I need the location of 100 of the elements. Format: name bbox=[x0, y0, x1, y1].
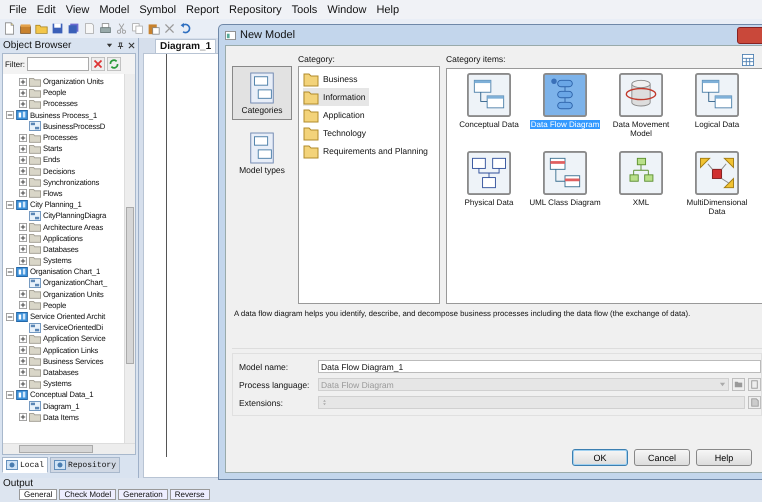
menu-item[interactable]: Symbol bbox=[134, 4, 182, 16]
expand-icon[interactable] bbox=[19, 189, 27, 198]
category-item[interactable]: Business bbox=[303, 70, 360, 88]
filter-field[interactable] bbox=[27, 57, 89, 71]
menu-item[interactable]: Model bbox=[94, 4, 134, 16]
pin-icon[interactable] bbox=[117, 42, 124, 49]
menu-item[interactable]: View bbox=[60, 4, 94, 16]
expand-icon[interactable] bbox=[19, 156, 27, 164]
expand-icon[interactable] bbox=[19, 413, 27, 422]
expand-icon[interactable] bbox=[19, 78, 27, 86]
expand-icon[interactable] bbox=[19, 234, 27, 242]
output-tab[interactable]: Reverse bbox=[170, 489, 210, 500]
paste-icon[interactable] bbox=[147, 22, 160, 35]
folder-icon bbox=[29, 132, 41, 143]
folder-icon bbox=[29, 289, 41, 300]
panel-tab[interactable]: Repository bbox=[50, 457, 120, 473]
menu-item[interactable]: Edit bbox=[32, 4, 61, 16]
collapse-icon[interactable] bbox=[6, 111, 14, 120]
expand-icon[interactable] bbox=[19, 368, 27, 376]
expand-icon[interactable] bbox=[19, 167, 27, 176]
model-type-item[interactable]: Data Movement Model bbox=[603, 73, 679, 151]
sidebar-button[interactable]: Categories bbox=[232, 66, 292, 120]
text-field[interactable]: Data Flow Diagram_1 bbox=[318, 360, 761, 373]
model-type-item[interactable]: MultiDimensional Data bbox=[679, 151, 755, 229]
collapse-icon[interactable] bbox=[6, 268, 14, 276]
expand-icon[interactable] bbox=[19, 290, 27, 298]
category-item[interactable]: Technology bbox=[303, 124, 370, 142]
model-type-item[interactable]: Conceptual Data bbox=[451, 73, 527, 151]
model-type-item[interactable]: UML Class Diagram bbox=[527, 151, 603, 229]
expand-icon[interactable] bbox=[19, 178, 27, 186]
expand-icon[interactable] bbox=[19, 223, 27, 232]
save-icon[interactable] bbox=[51, 22, 64, 35]
undo-icon[interactable] bbox=[179, 22, 192, 35]
diagram-icon bbox=[29, 121, 41, 132]
dialog-button[interactable]: OK bbox=[572, 449, 628, 466]
window-title: New Model bbox=[240, 29, 296, 41]
expand-icon[interactable] bbox=[19, 357, 27, 366]
menu-item[interactable]: Repository bbox=[224, 4, 287, 16]
expand-icon[interactable] bbox=[19, 144, 27, 153]
category-item[interactable]: Information bbox=[303, 88, 369, 106]
model-type-item[interactable]: Logical Data bbox=[679, 73, 755, 151]
output-tab[interactable]: Generation bbox=[118, 489, 168, 500]
close-button[interactable] bbox=[737, 26, 762, 44]
diagram-tab[interactable]: Diagram_1 bbox=[155, 39, 216, 53]
folder-icon bbox=[29, 144, 41, 154]
grid-view-icon[interactable] bbox=[742, 54, 754, 66]
expand-icon[interactable] bbox=[19, 88, 27, 97]
folder-icon[interactable] bbox=[35, 22, 48, 35]
output-tab[interactable]: Check Model bbox=[59, 489, 116, 500]
expand-icon[interactable] bbox=[19, 301, 27, 310]
diagram-icon bbox=[29, 322, 41, 333]
box-icon[interactable] bbox=[19, 22, 32, 35]
panel-tab[interactable]: Local bbox=[2, 457, 48, 473]
save-all-icon[interactable] bbox=[67, 22, 80, 35]
category-item[interactable]: Requirements and Planning bbox=[303, 142, 431, 160]
expand-icon[interactable] bbox=[19, 334, 27, 343]
menu-item[interactable]: Help bbox=[371, 4, 404, 16]
tab-icon bbox=[6, 460, 18, 470]
model-type-icon bbox=[543, 73, 587, 117]
category-items-label: Category items: bbox=[446, 54, 506, 64]
expand-icon[interactable] bbox=[19, 256, 27, 265]
model-type-icon bbox=[467, 151, 511, 195]
sidebar-button[interactable]: Model types bbox=[232, 126, 292, 180]
folder-icon bbox=[29, 98, 41, 109]
folder-icon bbox=[29, 222, 41, 232]
dialog-button[interactable]: Help bbox=[696, 449, 752, 466]
menu-item[interactable]: Report bbox=[181, 4, 224, 16]
expand-icon[interactable] bbox=[19, 380, 27, 388]
diagram-icon bbox=[29, 278, 41, 288]
filter-clear-icon[interactable] bbox=[91, 57, 105, 71]
model-type-item[interactable]: Physical Data bbox=[451, 151, 527, 229]
dialog-button[interactable]: Cancel bbox=[634, 449, 690, 466]
expand-icon[interactable] bbox=[19, 346, 27, 354]
model-type-icon bbox=[467, 73, 511, 117]
output-title: Output bbox=[3, 478, 34, 489]
category-item[interactable]: Application bbox=[303, 106, 368, 124]
menu-item[interactable]: Window bbox=[322, 4, 372, 16]
folder-icon bbox=[29, 177, 41, 188]
document-icon[interactable] bbox=[3, 22, 16, 35]
menu-item[interactable]: File bbox=[4, 4, 32, 16]
collapse-icon[interactable] bbox=[6, 390, 14, 399]
folder-icon bbox=[29, 154, 41, 165]
scrollbar[interactable] bbox=[3, 443, 135, 454]
dropdown-icon[interactable] bbox=[106, 42, 113, 49]
collapse-icon[interactable] bbox=[6, 312, 14, 321]
scrollbar[interactable] bbox=[124, 74, 135, 443]
model-type-item[interactable]: XML bbox=[603, 151, 679, 229]
collapse-icon[interactable] bbox=[6, 200, 14, 209]
refresh-icon[interactable] bbox=[107, 57, 121, 71]
print-icon[interactable] bbox=[99, 22, 112, 35]
diagram-icon bbox=[29, 210, 41, 221]
close-icon[interactable] bbox=[128, 42, 135, 49]
panel-title: Object Browser bbox=[3, 40, 72, 51]
output-tab[interactable]: General bbox=[19, 489, 58, 500]
caret-icon bbox=[719, 381, 726, 388]
expand-icon[interactable] bbox=[19, 100, 27, 108]
expand-icon[interactable] bbox=[19, 245, 27, 254]
folder-icon bbox=[303, 89, 319, 105]
expand-icon[interactable] bbox=[19, 134, 27, 142]
menu-item[interactable]: Tools bbox=[286, 4, 322, 16]
